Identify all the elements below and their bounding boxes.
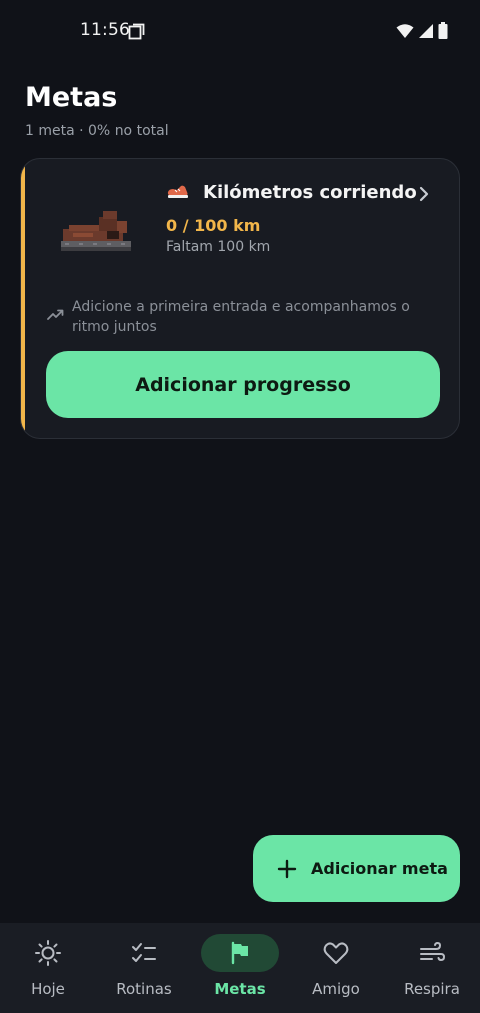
nav-icon-container [201,934,279,972]
trending-up-icon [47,309,64,320]
nav-icon-container [105,934,183,972]
nav-item-respira[interactable]: Respira [384,923,480,1013]
screen-record-icon [128,23,145,40]
nav-label-metas: Metas [214,980,266,998]
status-bar: 11:56 [0,0,480,62]
running-shoe-icon [167,185,188,198]
nav-label-hoje: Hoje [31,980,65,998]
goal-remaining: Faltam 100 km [166,239,271,255]
goal-hint: Adicione a primeira entrada e acompanham… [72,299,410,335]
chevron-right-icon[interactable] [417,185,431,203]
running-shoe-image [61,211,131,251]
status-time: 11:56 [80,20,130,40]
nav-label-rotinas: Rotinas [116,980,172,998]
goal-card-accent [21,159,25,438]
plus-icon [277,859,297,879]
goal-progress: 0 / 100 km [166,216,261,235]
nav-icon-container [393,934,471,972]
sun-icon [35,940,61,966]
add-progress-button[interactable]: Adicionar progresso [46,351,440,418]
bottom-nav: Hoje Rotinas Metas Amigo Respira [0,923,480,1013]
nav-icon-container [9,934,87,972]
add-goal-button[interactable]: Adicionar meta [253,835,460,902]
checklist-icon [132,943,156,962]
nav-label-respira: Respira [404,980,460,998]
status-icons [396,22,448,39]
flag-icon [231,941,248,965]
nav-item-hoje[interactable]: Hoje [0,923,96,1013]
heart-icon [323,942,349,964]
goal-card[interactable]: Kilómetros corriendo 0 / 100 km Faltam 1… [20,158,460,439]
goal-title: Kilómetros corriendo [203,182,417,203]
nav-icon-container [297,934,375,972]
signal-icon [419,23,433,38]
nav-item-amigo[interactable]: Amigo [288,923,384,1013]
page-title: Metas [25,82,118,113]
page-subtitle: 1 meta · 0% no total [25,123,169,139]
nav-label-amigo: Amigo [312,980,360,998]
wifi-icon [396,23,414,38]
nav-item-rotinas[interactable]: Rotinas [96,923,192,1013]
wind-icon [420,941,446,962]
add-goal-label: Adicionar meta [311,859,448,878]
battery-icon [438,22,448,39]
nav-item-metas[interactable]: Metas [192,923,288,1013]
